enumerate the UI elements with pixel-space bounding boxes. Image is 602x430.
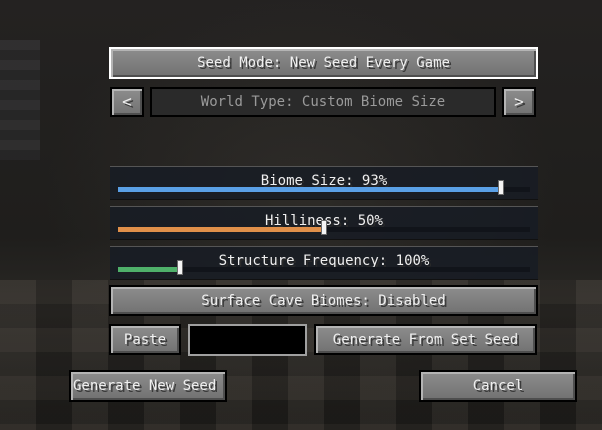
hilliness-slider[interactable]: Hilliness: 50% [110, 206, 538, 240]
slider-fill [118, 187, 502, 192]
world-type-prev-button[interactable]: < [110, 87, 144, 117]
slider-fill [118, 267, 180, 272]
slider-track [118, 180, 530, 195]
generate-from-set-seed-label: Generate From Set Seed [332, 331, 519, 348]
biome-size-slider[interactable]: Biome Size: 93% [110, 166, 538, 200]
surface-cave-biomes-label: Surface Cave Biomes: Disabled [201, 292, 446, 309]
generate-new-seed-label: Generate New Seed [73, 378, 217, 394]
generate-from-set-seed-button[interactable]: Generate From Set Seed [314, 324, 537, 355]
seed-mode-button[interactable]: Seed Mode: New Seed Every Game [109, 47, 538, 79]
structure-frequency-slider[interactable]: Structure Frequency: 100% [110, 246, 538, 280]
cancel-label: Cancel [472, 378, 524, 394]
world-type-next-button[interactable]: > [502, 87, 536, 117]
chevron-left-icon: < [122, 92, 132, 111]
slider-track [118, 260, 530, 275]
surface-cave-biomes-button[interactable]: Surface Cave Biomes: Disabled [109, 285, 538, 316]
paste-label: Paste [123, 331, 167, 348]
slider-track [118, 220, 530, 235]
generate-new-seed-button[interactable]: Generate New Seed [69, 370, 227, 402]
chevron-right-icon: > [514, 92, 524, 111]
background-window [0, 40, 40, 160]
seed-input[interactable] [188, 324, 307, 356]
cancel-button[interactable]: Cancel [419, 370, 577, 402]
world-type-display: World Type: Custom Biome Size [150, 87, 496, 117]
paste-button[interactable]: Paste [109, 324, 181, 355]
slider-handle[interactable] [176, 260, 183, 275]
slider-fill [118, 227, 324, 232]
seed-mode-label: Seed Mode: New Seed Every Game [197, 55, 450, 71]
slider-handle[interactable] [321, 220, 327, 235]
slider-handle[interactable] [498, 180, 505, 195]
world-type-label: World Type: Custom Biome Size [200, 94, 446, 110]
